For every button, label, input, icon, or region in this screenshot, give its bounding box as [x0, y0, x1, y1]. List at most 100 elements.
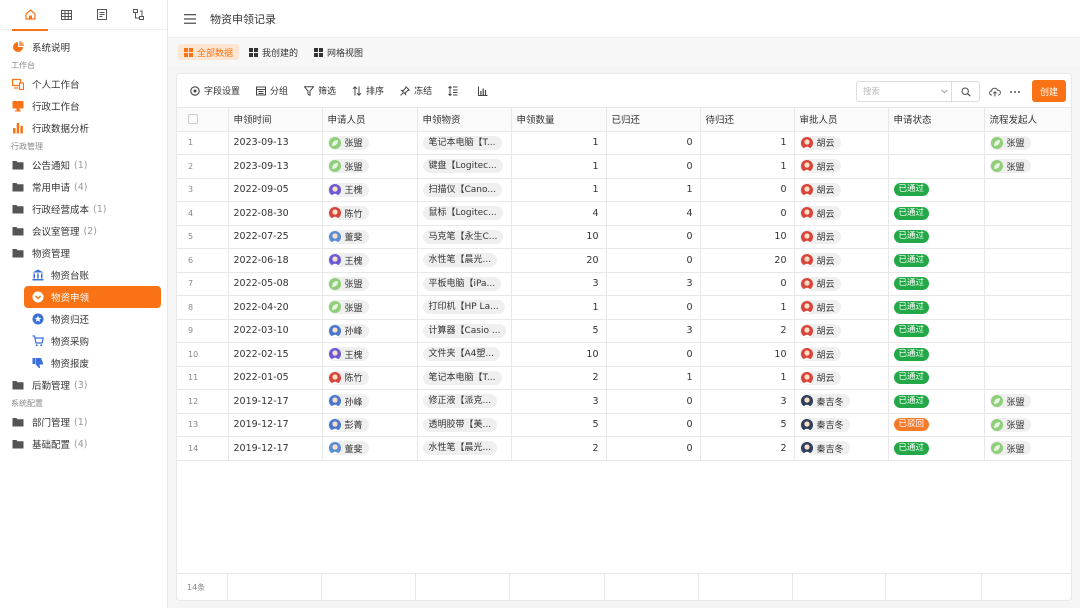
sidebar-folder-8[interactable]: 行政经营成本 (1) — [0, 198, 167, 220]
search-input[interactable] — [857, 82, 937, 101]
applicant-chip: 董斐 — [327, 441, 369, 456]
table-row[interactable]: 8 2022-04-20 张盟 打印机【HP La... 1 0 1 胡云 已通过 — [177, 295, 1071, 320]
tool-label: 冻结 — [414, 87, 433, 97]
settings-icon — [190, 85, 200, 96]
approver-name: 胡云 — [816, 209, 835, 220]
avatar — [328, 207, 341, 220]
status-badge: 已驳回 — [893, 418, 930, 432]
sidebar-subitem-12[interactable]: 物资申领 — [24, 286, 161, 308]
column-header[interactable]: 已归还 — [606, 107, 701, 132]
upload-cloud-icon[interactable] — [985, 81, 1005, 102]
item-chip: 计算器【Casio ... — [422, 323, 507, 338]
view-tab-0[interactable]: 全部数据 — [178, 44, 240, 60]
table-row[interactable]: 2 2023-09-13 张盟 键盘【Logitec... 1 0 1 胡云 张盟 — [177, 154, 1071, 179]
sidebar-folder-18[interactable]: 部门管理 (1) — [0, 411, 167, 433]
search-icon[interactable] — [951, 82, 979, 101]
sidebar-item-4[interactable]: 行政数据分析 — [0, 117, 167, 139]
tool-filter[interactable]: 筛选 — [304, 84, 336, 97]
table-row[interactable]: 9 2022-03-10 孙峰 计算器【Casio ... 5 3 2 胡云 已通过 — [177, 319, 1071, 343]
column-header[interactable]: 申请人员 — [322, 107, 418, 132]
tool-row-height[interactable] — [448, 84, 462, 97]
item-cell: 文件夹【A4塑... — [417, 342, 512, 367]
column-header[interactable]: 待归还 — [700, 107, 795, 132]
home-icon[interactable] — [12, 0, 48, 31]
approver-chip: 胡云 — [799, 370, 841, 385]
item-chip: 水性笔【晨光... — [422, 441, 498, 456]
applicant-cell: 陈竹 — [322, 366, 418, 390]
sidebar-folder-6[interactable]: 公告通知 (1) — [0, 154, 167, 176]
column-header[interactable]: 申领时间 — [228, 107, 323, 132]
sidebar-folder-9[interactable]: 会议室管理 (2) — [0, 220, 167, 242]
sidebar-folder-16[interactable]: 后勤管理 (3) — [0, 374, 167, 396]
table-row[interactable]: 7 2022-05-08 张盟 平板电脑【iPa... 3 3 0 胡云 已通过 — [177, 272, 1071, 296]
sidebar-folder-19[interactable]: 基础配置 (4) — [0, 433, 167, 455]
row-index: 11 — [177, 366, 229, 390]
tool-group[interactable]: 分组 — [256, 84, 288, 97]
item-count: (3) — [74, 379, 88, 391]
row-index: 14 — [177, 436, 229, 461]
initiator-chip: 张盟 — [989, 159, 1031, 174]
avatar — [800, 395, 813, 408]
table-row[interactable]: 13 2019-12-17 彭菁 透明胶带【美... 5 0 5 秦吉冬 已驳回 张盟 — [177, 413, 1071, 437]
column-header[interactable]: 流程发起人 — [984, 107, 1071, 132]
applicant-cell: 陈竹 — [322, 201, 418, 226]
sidebar-folder-7[interactable]: 常用申请 (4) — [0, 176, 167, 198]
returned-cell: 0 — [606, 342, 701, 367]
sidebar-subitem-13[interactable]: 物资归还 — [0, 308, 167, 330]
column-header[interactable]: 审批人员 — [794, 107, 889, 132]
column-header[interactable]: 申请状态 — [888, 107, 985, 132]
table-row[interactable]: 5 2022-07-25 董斐 马克笔【永生C... 10 0 10 胡云 已通过 — [177, 225, 1071, 249]
table-row[interactable]: 3 2022-09-05 王槐 扫描仪【Cano... 1 1 0 胡云 已通过 — [177, 178, 1071, 202]
applicant-cell: 王槐 — [322, 248, 418, 273]
item-cell: 笔记本电脑【T... — [417, 366, 512, 390]
sidebar-item-2[interactable]: 个人工作台 — [0, 73, 167, 95]
quantity-cell: 1 — [511, 295, 607, 320]
sidebar-item-label: 行政经营成本 — [32, 205, 90, 216]
table-icon[interactable] — [48, 0, 84, 30]
view-tab-2[interactable]: 网格视图 — [308, 44, 369, 60]
item-chip: 水性笔【晨光... — [422, 253, 498, 268]
column-header[interactable]: 申领物资 — [417, 107, 512, 132]
column-header[interactable]: 申领数量 — [511, 107, 607, 132]
item-chip: 透明胶带【美... — [422, 417, 498, 432]
sidebar-subitem-14[interactable]: 物资采购 — [0, 330, 167, 352]
sidebar-item-3[interactable]: 行政工作台 — [0, 95, 167, 117]
folder-icon — [12, 247, 24, 259]
flow-icon[interactable] — [120, 0, 156, 30]
document-icon[interactable] — [84, 0, 120, 30]
grid-icon — [314, 47, 324, 57]
approver-cell: 胡云 — [794, 319, 889, 343]
table-row[interactable]: 11 2022-01-05 陈竹 笔记本电脑【T... 2 1 1 胡云 已通过 — [177, 366, 1071, 390]
table-row[interactable]: 12 2019-12-17 孙峰 修正液【派克... 3 0 3 秦吉冬 已通过 张盟 — [177, 389, 1071, 414]
section-title: 系统配置 — [11, 399, 43, 408]
avatar — [800, 254, 813, 267]
initiator-name: 张盟 — [1006, 397, 1025, 408]
applicant-cell: 孙峰 — [322, 319, 418, 343]
status-badge: 已通过 — [893, 206, 930, 220]
sidebar-subitem-11[interactable]: 物资台账 — [0, 264, 167, 286]
table-row[interactable]: 4 2022-08-30 陈竹 鼠标【Logitec... 4 4 0 胡云 已通过 — [177, 201, 1071, 226]
menu-icon[interactable] — [184, 13, 196, 24]
tool-chart[interactable] — [478, 84, 492, 97]
table-row[interactable]: 14 2019-12-17 董斐 水性笔【晨光... 2 0 2 秦吉冬 已通过 张盟 — [177, 436, 1071, 461]
view-tab-1[interactable]: 我创建的 — [243, 44, 304, 60]
sidebar-folder-10[interactable]: 物资管理 — [0, 242, 167, 264]
tool-pin[interactable]: 冻结 — [400, 84, 432, 97]
tool-sort[interactable]: 排序 — [352, 84, 384, 97]
more-icon[interactable] — [1005, 81, 1025, 102]
tool-settings[interactable]: 字段设置 — [190, 84, 240, 97]
row-index: 8 — [177, 295, 229, 320]
view-tab-label: 网格视图 — [327, 48, 364, 59]
quantity-cell: 2 — [511, 436, 607, 461]
sidebar-subitem-15[interactable]: 物资报废 — [0, 352, 167, 374]
create-button[interactable]: 创建 — [1032, 80, 1066, 102]
table-row[interactable]: 10 2022-02-15 王槐 文件夹【A4塑... 10 0 10 胡云 已通过 — [177, 342, 1071, 367]
tool-label: 字段设置 — [204, 87, 241, 97]
chevron-down-icon[interactable] — [937, 82, 951, 101]
folder-icon — [12, 379, 24, 391]
sidebar-item-label: 行政数据分析 — [32, 124, 90, 135]
select-all-checkbox[interactable] — [188, 114, 198, 125]
table-row[interactable]: 6 2022-06-18 王槐 水性笔【晨光... 20 0 20 胡云 已通过 — [177, 248, 1071, 273]
sidebar-item-0[interactable]: 系统说明 — [0, 36, 167, 58]
table-row[interactable]: 1 2023-09-13 张盟 笔记本电脑【T... 1 0 1 胡云 张盟 — [177, 131, 1071, 155]
